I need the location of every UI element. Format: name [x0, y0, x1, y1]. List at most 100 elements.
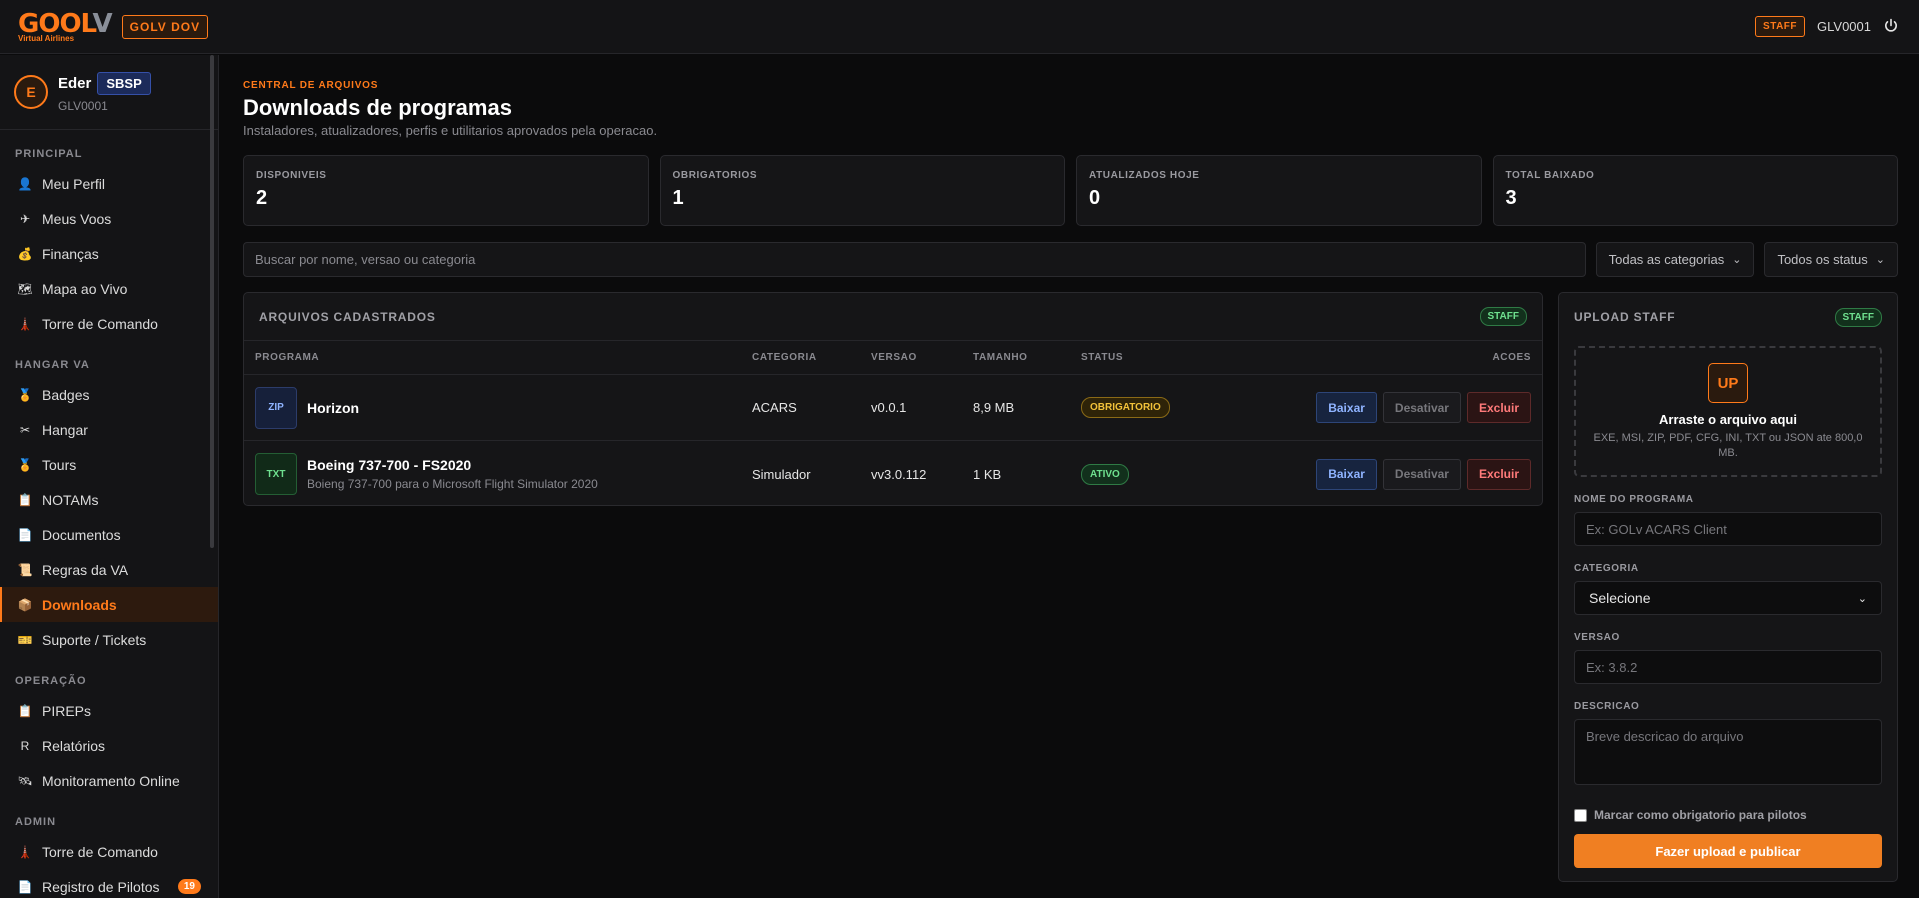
stats-row: DISPONIVEIS 2 OBRIGATORIOS 1 ATUALIZADOS H… — [243, 155, 1898, 226]
sidebar-item-meus-voos[interactable]: ✈ Meus Voos — [0, 201, 218, 236]
sidebar-item-icon: R — [20, 738, 30, 753]
table-row: TXT Boeing 737-700 - FS2020 Boieng 737-7… — [244, 441, 1542, 507]
program-category: Simulador — [752, 466, 811, 482]
program-name-input[interactable] — [1574, 512, 1882, 546]
stat-card: TOTAL BAIXADO 3 — [1492, 155, 1898, 226]
disable-button[interactable]: Desativar — [1382, 392, 1461, 423]
user-code[interactable]: GLV0001 — [1817, 19, 1871, 34]
files-panel: ARQUIVOS CADASTRADOS STAFF PROGRAMA CATE… — [243, 292, 1543, 506]
disable-button[interactable]: Desativar — [1382, 458, 1461, 490]
logo-subtitle: Virtual Airlines — [18, 33, 75, 43]
required-label: Marcar como obrigatorio para pilotos — [1594, 808, 1807, 822]
staff-badge: STAFF — [1755, 16, 1806, 37]
upload-panel: UPLOAD STAFF STAFF UP Arraste o arquivo … — [1558, 292, 1898, 882]
program-version: vv3.0.112 — [871, 466, 927, 482]
sidebar-item-icon: 📦 — [17, 597, 33, 612]
sidebar-nav: PRINCIPAL 👤 Meu Perfil ✈ Meus Voos 💰 Finanças 🗺… — [0, 148, 218, 898]
sidebar-item-label: Registro de Pilotos — [42, 878, 160, 895]
stat-value: 0 — [1089, 187, 1101, 209]
main-content: CENTRAL DE ARQUIVOS Downloads de program… — [243, 55, 1899, 898]
sidebar-item-label: Meu Perfil — [42, 175, 106, 192]
staff-badge: STAFF — [1479, 307, 1527, 326]
sidebar-section-title: OPERAÇÃO — [15, 675, 87, 687]
program-category: ACARS — [752, 400, 797, 415]
program-description: Boieng 737-700 para o Microsoft Flight S… — [307, 477, 598, 491]
required-checkbox[interactable] — [1574, 808, 1587, 822]
logo[interactable]: GOOLV Virtual Airlines — [18, 8, 113, 43]
description-textarea[interactable] — [1574, 719, 1882, 785]
col-program: PROGRAMA — [255, 352, 320, 363]
delete-button[interactable]: Excluir — [1466, 458, 1531, 490]
name-label: NOME DO PROGRAMA — [1574, 494, 1694, 505]
power-icon[interactable] — [1883, 18, 1901, 36]
count-badge: 19 — [177, 879, 201, 894]
status-badge: ATIVO — [1081, 463, 1129, 485]
page-eyebrow: CENTRAL DE ARQUIVOS — [243, 80, 379, 91]
sidebar-item-registro-de-pilotos[interactable]: 📄 Registro de Pilotos 19 — [0, 869, 218, 898]
col-status: STATUS — [1081, 352, 1124, 363]
sidebar-item-label: Suporte / Tickets — [42, 631, 147, 648]
user-block: E Eder SBSP GLV0001 — [0, 55, 218, 130]
download-button[interactable]: Baixar — [1316, 458, 1377, 490]
sidebar-item-notams[interactable]: 📋 NOTAMs — [0, 482, 218, 517]
table-body: ZIP Horizon ACARS v0.0.1 8,9 MB OBRIGATO… — [244, 375, 1542, 507]
sidebar-item-label: Monitoramento Online — [42, 772, 180, 789]
download-button[interactable]: Baixar — [1316, 392, 1377, 423]
sidebar-item-label: Mapa ao Vivo — [42, 280, 128, 297]
col-actions: ACOES — [1492, 352, 1531, 363]
sidebar-item-label: Regras da VA — [42, 561, 129, 578]
sidebar-item-label: Downloads — [42, 596, 117, 613]
page-subtitle: Instaladores, atualizadores, perfis e ut… — [243, 123, 658, 138]
table-header: PROGRAMA CATEGORIA VERSAO TAMANHO STATUS… — [244, 341, 1542, 375]
sidebar-item-downloads[interactable]: 📦 Downloads — [0, 587, 218, 622]
stat-value: 1 — [672, 187, 684, 209]
sidebar-item-label: Finanças — [42, 245, 99, 262]
sidebar-item-pireps[interactable]: 📋 PIREPs — [0, 693, 218, 728]
files-panel-title: ARQUIVOS CADASTRADOS — [259, 309, 436, 324]
version-label: VERSAO — [1574, 632, 1620, 643]
dropzone-title: Arraste o arquivo aqui — [1659, 412, 1797, 427]
sidebar-item-badges[interactable]: 🏅 Badges — [0, 377, 218, 412]
program-version: v0.0.1 — [871, 400, 907, 415]
stat-label: DISPONIVEIS — [256, 170, 327, 181]
stat-card: ATUALIZADOS HOJE 0 — [1076, 155, 1482, 226]
status-filter[interactable]: Todos os status ⌄ — [1764, 242, 1898, 277]
logo-wordmark: GOOLV — [18, 8, 113, 39]
sidebar-item-finan-as[interactable]: 💰 Finanças — [0, 236, 218, 271]
sidebar-item-icon: 🏅 — [17, 387, 33, 402]
category-select[interactable]: Selecione ⌄ — [1574, 581, 1882, 615]
sidebar-item-torre-de-comando[interactable]: 🗼 Torre de Comando — [0, 306, 218, 341]
chevron-down-icon: ⌄ — [1732, 254, 1742, 266]
sidebar-item-label: PIREPs — [42, 702, 92, 719]
dropzone[interactable]: UP Arraste o arquivo aqui EXE, MSI, ZIP,… — [1574, 346, 1882, 477]
sidebar-section-title: PRINCIPAL — [15, 148, 83, 160]
version-input[interactable] — [1574, 650, 1882, 684]
sidebar-item-hangar[interactable]: ✂ Hangar — [0, 412, 218, 447]
stat-value: 3 — [1505, 187, 1517, 209]
sidebar-item-icon: 👤 — [17, 176, 33, 191]
sidebar-item-documentos[interactable]: 📄 Documentos — [0, 517, 218, 552]
sidebar-item-mapa-ao-vivo[interactable]: 🗺 Mapa ao Vivo — [0, 271, 218, 306]
sidebar-item-torre-de-comando[interactable]: 🗼 Torre de Comando — [0, 834, 218, 869]
sidebar-item-meu-perfil[interactable]: 👤 Meu Perfil — [0, 166, 218, 201]
staff-badge: STAFF — [1834, 307, 1882, 327]
sidebar-item-relat-rios[interactable]: R Relatórios — [0, 728, 218, 763]
upload-panel-title: UPLOAD STAFF — [1574, 310, 1676, 324]
upload-submit-button[interactable]: Fazer upload e publicar — [1574, 834, 1882, 868]
search-input[interactable] — [243, 242, 1586, 277]
category-filter[interactable]: Todas as categorias ⌄ — [1595, 242, 1755, 277]
stat-card: OBRIGATORIOS 1 — [659, 155, 1065, 226]
program-size: 1 KB — [973, 466, 1002, 482]
stat-label: OBRIGATORIOS — [672, 170, 758, 181]
sidebar-item-suporte-tickets[interactable]: 🎫 Suporte / Tickets — [0, 622, 218, 657]
sidebar-item-regras-da-va[interactable]: 📜 Regras da VA — [0, 552, 218, 587]
brand-badge: GOLV DOV — [121, 14, 209, 39]
delete-button[interactable]: Excluir — [1466, 392, 1531, 423]
sidebar-item-icon: 🗼 — [17, 844, 33, 859]
zip-file-icon: ZIP — [255, 386, 297, 429]
sidebar-item-monitoramento-online[interactable]: 🛰 Monitoramento Online — [0, 763, 218, 798]
avatar[interactable]: E — [14, 75, 48, 109]
chevron-down-icon: ⌄ — [1875, 254, 1885, 266]
sidebar-item-tours[interactable]: 🏅 Tours — [0, 447, 218, 482]
sidebar-scrollbar[interactable] — [210, 55, 214, 548]
